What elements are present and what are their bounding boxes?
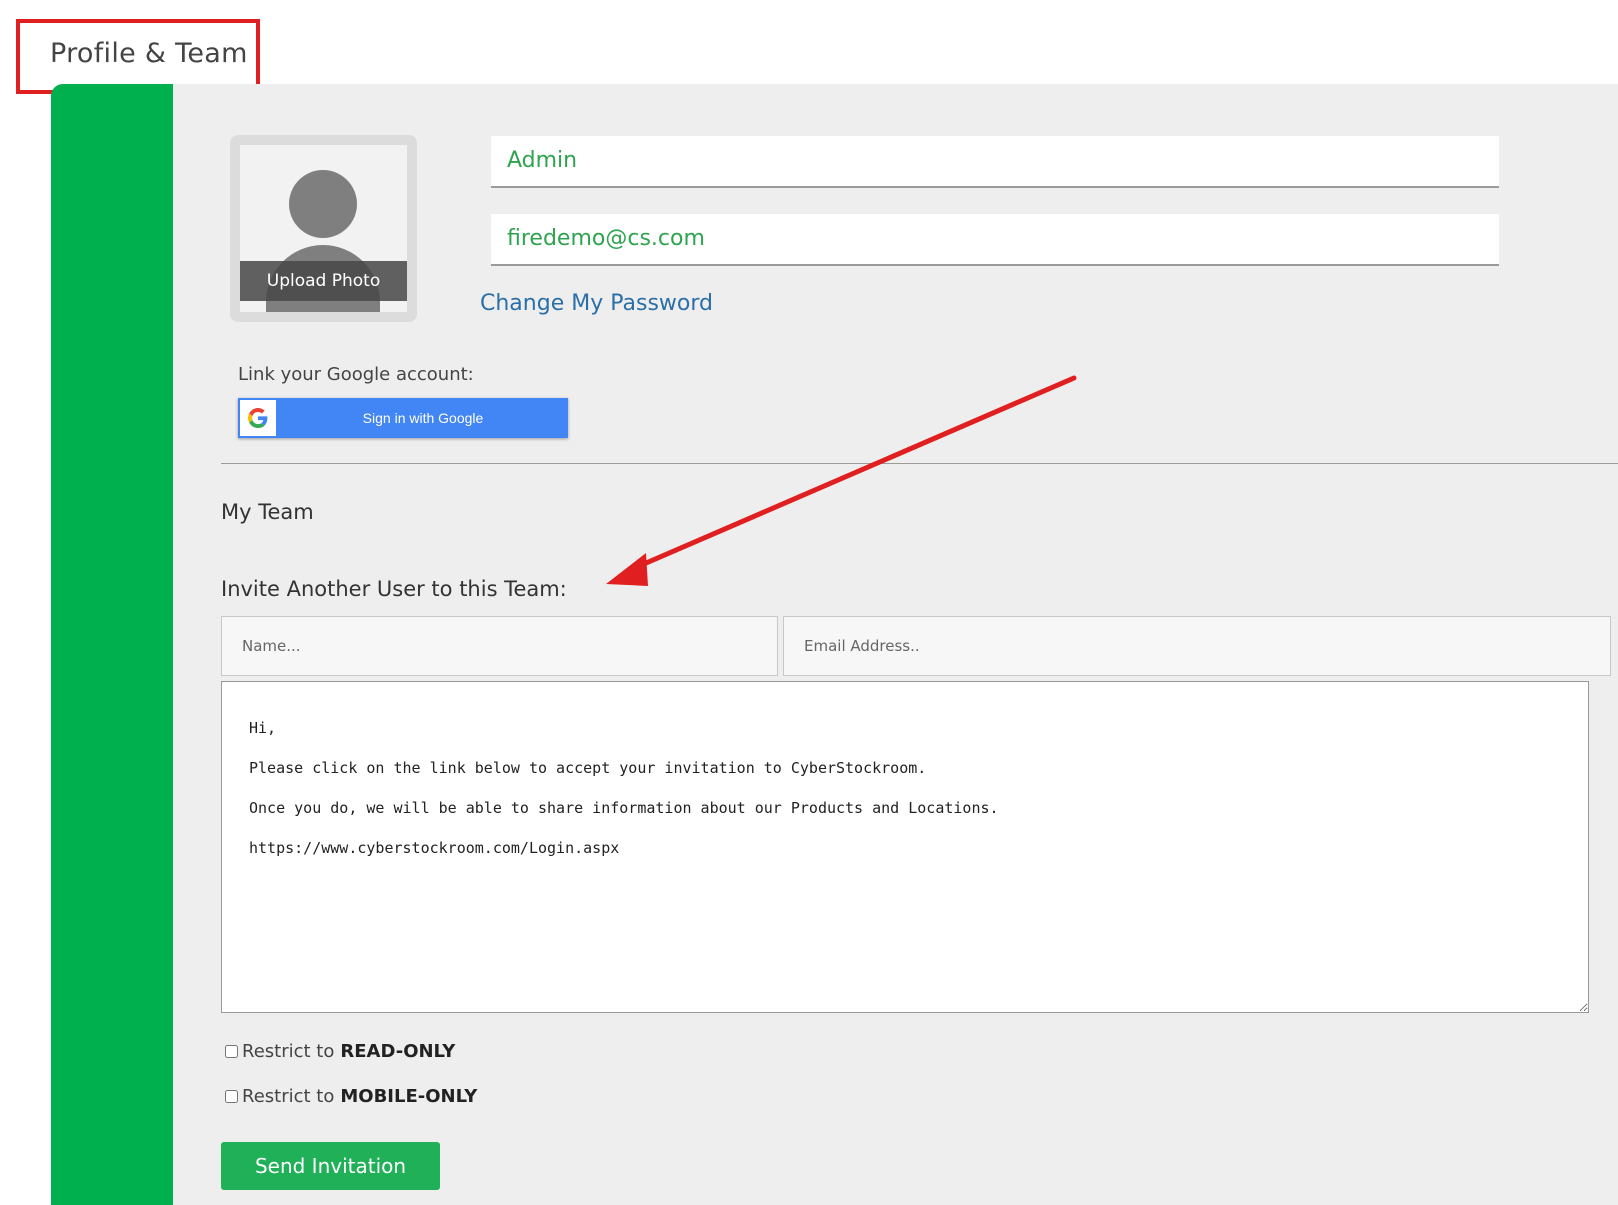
change-password-link[interactable]: Change My Password: [480, 291, 713, 316]
avatar-icon: [289, 170, 357, 238]
restrict-readonly-prefix: Restrict to: [242, 1041, 335, 1062]
sidebar-green-bar: [51, 84, 173, 1205]
name-field[interactable]: [491, 136, 1499, 188]
upload-photo-button[interactable]: Upload Photo: [240, 261, 407, 301]
google-sign-in-label: Sign in with Google: [362, 410, 484, 426]
invitation-message-textarea[interactable]: Hi, Please click on the link below to ac…: [221, 681, 1589, 1013]
profile-photo[interactable]: Upload Photo: [240, 145, 407, 312]
email-field[interactable]: [491, 214, 1499, 266]
section-divider: [221, 463, 1618, 464]
restrict-readonly-option[interactable]: Restrict to READ-ONLY: [225, 1041, 455, 1062]
page-title: Profile & Team: [50, 38, 248, 69]
restrict-readonly-checkbox[interactable]: [225, 1045, 238, 1058]
profile-photo-frame: Upload Photo: [230, 135, 417, 322]
invite-name-input[interactable]: [221, 616, 778, 676]
google-sign-in-button[interactable]: Sign in with Google: [238, 398, 568, 438]
restrict-mobile-checkbox[interactable]: [225, 1090, 238, 1103]
restrict-mobile-prefix: Restrict to: [242, 1086, 335, 1107]
google-logo-icon: [240, 400, 276, 436]
invite-heading: Invite Another User to this Team:: [221, 577, 567, 601]
restrict-readonly-value: READ-ONLY: [340, 1041, 456, 1062]
send-invitation-button[interactable]: Send Invitation: [221, 1142, 440, 1190]
restrict-mobile-option[interactable]: Restrict to MOBILE-ONLY: [225, 1086, 477, 1107]
restrict-mobile-value: MOBILE-ONLY: [340, 1086, 478, 1107]
my-team-heading: My Team: [221, 500, 314, 524]
profile-content: Upload Photo Change My Password Link you…: [173, 84, 1618, 1205]
google-link-label: Link your Google account:: [238, 364, 474, 385]
invite-email-input[interactable]: [783, 616, 1611, 676]
